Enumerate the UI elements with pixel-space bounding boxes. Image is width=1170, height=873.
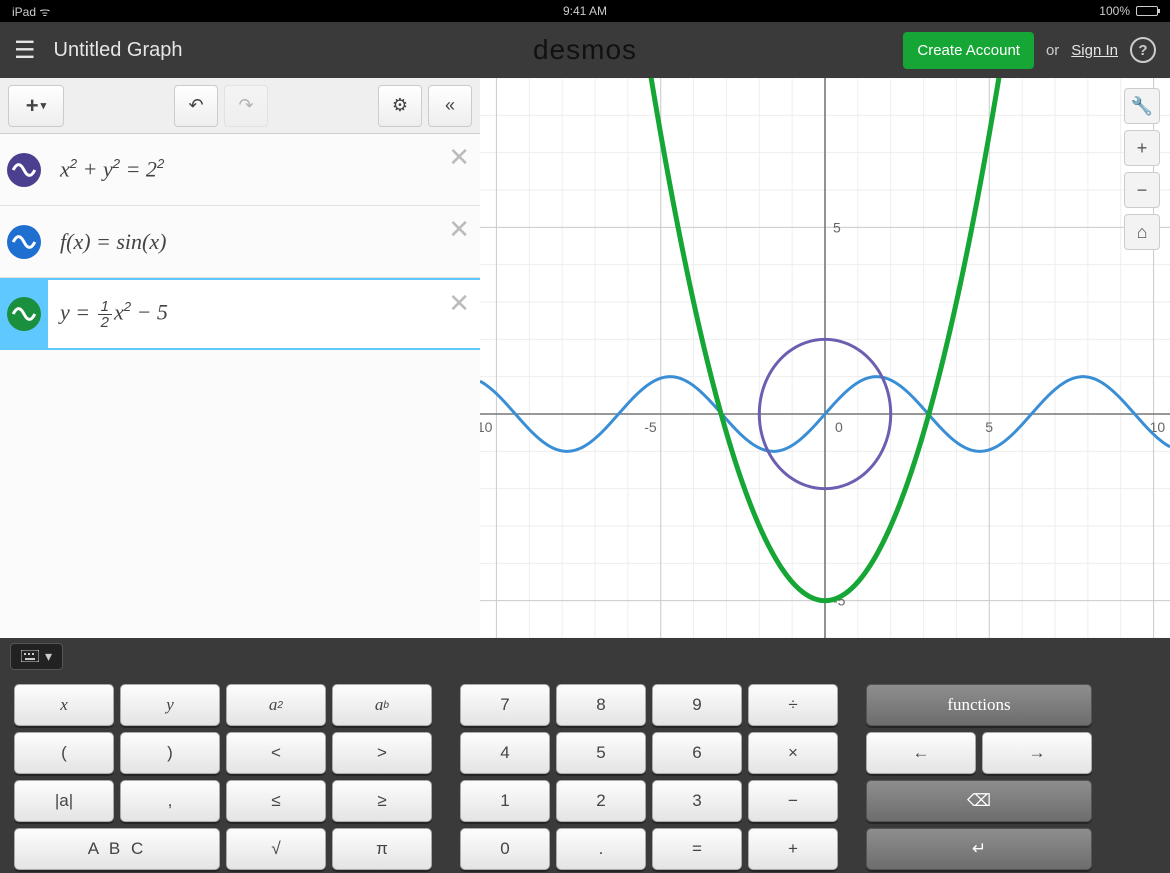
key-[interactable]: − <box>748 780 838 822</box>
svg-text:5: 5 <box>833 219 841 235</box>
key-[interactable]: + <box>748 828 838 870</box>
key-8[interactable]: 8 <box>556 684 646 726</box>
sign-in-link[interactable]: Sign In <box>1071 42 1118 59</box>
key-group-vars: xya2ab()<>|a|,≤≥A B C√π <box>14 684 432 863</box>
key[interactable]: ) <box>120 732 220 774</box>
key-group-actions: functions←→⌫↵ <box>866 684 1092 863</box>
key[interactable]: √ <box>226 828 326 870</box>
graph-controls: 🔧 + − ⌂ <box>1124 88 1160 250</box>
expression-row[interactable]: y = 12x2 − 5 ✕ <box>0 278 480 350</box>
graph-canvas[interactable]: -10-50510-55 🔧 + − ⌂ <box>480 78 1170 638</box>
graph-title[interactable]: Untitled Graph <box>54 39 183 62</box>
expression-color-swatch[interactable] <box>0 153 48 187</box>
key[interactable]: , <box>120 780 220 822</box>
delete-expression-icon[interactable]: ✕ <box>448 142 470 173</box>
key-[interactable]: = <box>652 828 742 870</box>
expression-formula[interactable]: x2 + y2 = 22 <box>48 156 164 182</box>
key-3[interactable]: 3 <box>652 780 742 822</box>
menu-icon[interactable]: ☰ <box>14 36 36 65</box>
expression-row[interactable]: x2 + y2 = 22 ✕ <box>0 134 480 206</box>
arrow-key[interactable]: → <box>982 732 1092 774</box>
key[interactable]: < <box>226 732 326 774</box>
delete-expression-icon[interactable]: ✕ <box>448 288 470 319</box>
key[interactable]: a2 <box>226 684 326 726</box>
svg-text:-10: -10 <box>480 419 493 435</box>
keyboard-toggle-button[interactable]: ▾ <box>10 643 63 670</box>
or-text: or <box>1046 42 1059 59</box>
ios-status-bar: iPad ᯤ 9:41 AM 100% <box>0 0 1170 22</box>
delete-expression-icon[interactable]: ✕ <box>448 214 470 245</box>
arrow-key[interactable]: ← <box>866 732 976 774</box>
status-time: 9:41 AM <box>563 4 607 18</box>
expression-list: x2 + y2 = 22 ✕ f(x) = sin(x) ✕ y = 12x2 − 5 ✕ <box>0 134 480 638</box>
expression-panel: +▾ ↶ ↷ ⚙ « x2 + y2 = 22✕f(x) = sin(x)✕y … <box>0 78 480 638</box>
key[interactable]: ab <box>332 684 432 726</box>
key-[interactable]: . <box>556 828 646 870</box>
key[interactable]: ≤ <box>226 780 326 822</box>
key-1[interactable]: 1 <box>460 780 550 822</box>
key[interactable]: ( <box>14 732 114 774</box>
keyboard-icon <box>21 650 39 662</box>
backspace-key[interactable]: ⌫ <box>866 780 1092 822</box>
enter-key[interactable]: ↵ <box>866 828 1092 870</box>
app-header: ☰ Untitled Graph desmos Create Account o… <box>0 22 1170 78</box>
expression-color-swatch[interactable] <box>0 225 48 259</box>
create-account-button[interactable]: Create Account <box>903 32 1034 69</box>
device-label: iPad <box>12 5 36 19</box>
undo-button[interactable]: ↶ <box>174 85 218 127</box>
key[interactable]: > <box>332 732 432 774</box>
key[interactable]: ≥ <box>332 780 432 822</box>
key[interactable]: |a| <box>14 780 114 822</box>
zoom-out-button[interactable]: − <box>1124 172 1160 208</box>
key[interactable]: π <box>332 828 432 870</box>
key-6[interactable]: 6 <box>652 732 742 774</box>
key-0[interactable]: 0 <box>460 828 550 870</box>
home-button[interactable]: ⌂ <box>1124 214 1160 250</box>
battery-percent: 100% <box>1099 4 1130 18</box>
key[interactable]: x <box>14 684 114 726</box>
svg-text:5: 5 <box>985 419 993 435</box>
key[interactable]: A B C <box>14 828 220 870</box>
key-group-numpad: 789÷456×123−0.=+ <box>460 684 838 863</box>
help-icon[interactable]: ? <box>1130 37 1156 63</box>
key-4[interactable]: 4 <box>460 732 550 774</box>
graph-svg[interactable]: -10-50510-55 <box>480 78 1170 638</box>
key-[interactable]: × <box>748 732 838 774</box>
desmos-logo: desmos <box>533 34 637 66</box>
key[interactable]: y <box>120 684 220 726</box>
svg-text:-5: -5 <box>644 419 657 435</box>
key-2[interactable]: 2 <box>556 780 646 822</box>
wifi-icon: ᯤ <box>39 5 50 19</box>
math-keyboard: xya2ab ()<> |a|,≤≥ A B C√π 789÷ 456× 123− 0.=+… <box>0 674 1170 873</box>
key-9[interactable]: 9 <box>652 684 742 726</box>
settings-button[interactable]: ⚙ <box>378 85 422 127</box>
svg-text:0: 0 <box>835 419 843 435</box>
expression-formula[interactable]: f(x) = sin(x) <box>48 229 166 255</box>
collapse-panel-button[interactable]: « <box>428 85 472 127</box>
battery-icon <box>1136 6 1158 16</box>
key-7[interactable]: 7 <box>460 684 550 726</box>
key-5[interactable]: 5 <box>556 732 646 774</box>
functions-key[interactable]: functions <box>866 684 1092 726</box>
expression-color-swatch[interactable] <box>0 280 48 348</box>
expression-toolbar: +▾ ↶ ↷ ⚙ « <box>0 78 480 134</box>
wrench-icon[interactable]: 🔧 <box>1124 88 1160 124</box>
expression-formula[interactable]: y = 12x2 − 5 <box>48 299 168 330</box>
key-[interactable]: ÷ <box>748 684 838 726</box>
keyboard-toggle-bar: ▾ <box>0 638 1170 674</box>
add-expression-button[interactable]: +▾ <box>8 85 64 127</box>
expression-row[interactable]: f(x) = sin(x) ✕ <box>0 206 480 278</box>
redo-button[interactable]: ↷ <box>224 85 268 127</box>
main-area: +▾ ↶ ↷ ⚙ « x2 + y2 = 22✕f(x) = sin(x)✕y … <box>0 78 1170 638</box>
zoom-in-button[interactable]: + <box>1124 130 1160 166</box>
